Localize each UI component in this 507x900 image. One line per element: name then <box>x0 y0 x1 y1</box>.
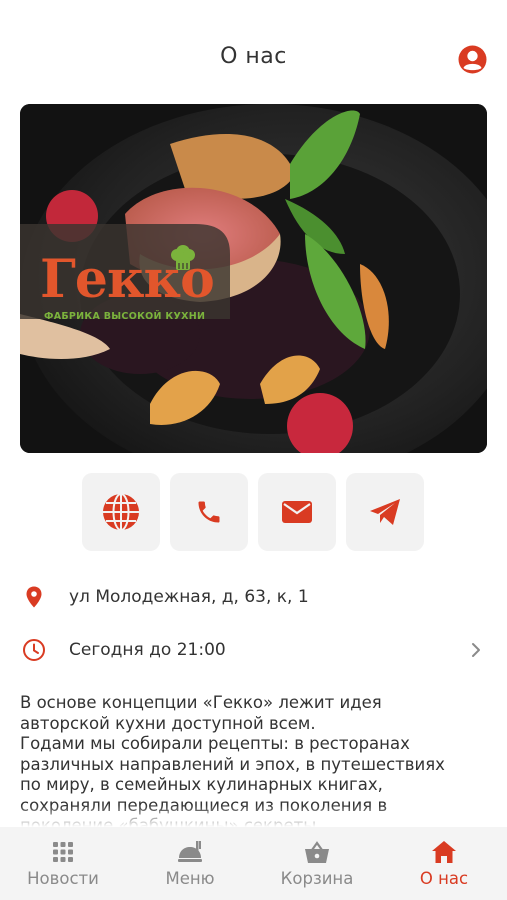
nav-label-about: О нас <box>419 869 469 888</box>
email-button[interactable] <box>258 473 336 551</box>
chef-hat-icon <box>171 245 195 270</box>
call-button[interactable] <box>170 473 248 551</box>
nav-label-menu: Меню <box>165 869 215 888</box>
hours-text: Сегодня до 21:00 <box>69 640 226 660</box>
contact-actions <box>82 473 426 551</box>
nav-label-news: Новости <box>27 869 99 888</box>
location-pin-icon <box>26 586 42 608</box>
text-fade <box>0 805 507 827</box>
logo-subtitle: ФАБРИКА ВЫСОКОЙ КУХНИ <box>44 311 206 322</box>
brand-logo: Гекко ФАБРИКА ВЫСОКОЙ КУХНИ <box>20 241 230 339</box>
address-row[interactable]: ул Молодежная, д, 63, к, 1 <box>0 577 507 617</box>
home-icon <box>432 841 456 863</box>
address-text: ул Молодежная, д, 63, к, 1 <box>69 587 309 607</box>
chevron-right-icon <box>472 643 480 657</box>
hero-image: Гекко ФАБРИКА ВЫСОКОЙ КУХНИ <box>20 104 487 453</box>
app-header: О нас <box>0 0 507 104</box>
telegram-button[interactable] <box>346 473 424 551</box>
menu-food-icon <box>178 841 202 862</box>
telegram-icon <box>370 499 400 525</box>
hours-row[interactable]: Сегодня до 21:00 <box>0 630 507 670</box>
basket-icon <box>305 841 329 863</box>
grid-icon <box>53 842 73 862</box>
nav-tab-cart[interactable]: Корзина <box>254 827 380 900</box>
nav-tab-menu[interactable]: Меню <box>127 827 253 900</box>
nav-tab-news[interactable]: Новости <box>0 827 126 900</box>
website-button[interactable] <box>82 473 160 551</box>
clock-icon <box>23 639 45 661</box>
page-title: О нас <box>220 44 287 69</box>
nav-label-cart: Корзина <box>280 869 354 888</box>
phone-icon <box>198 501 220 523</box>
bottom-navigation: Новости Меню Корзина О нас <box>0 827 507 900</box>
profile-icon[interactable] <box>458 45 487 74</box>
nav-tab-about[interactable]: О нас <box>381 827 507 900</box>
globe-icon <box>103 493 139 531</box>
mail-icon <box>282 501 312 523</box>
